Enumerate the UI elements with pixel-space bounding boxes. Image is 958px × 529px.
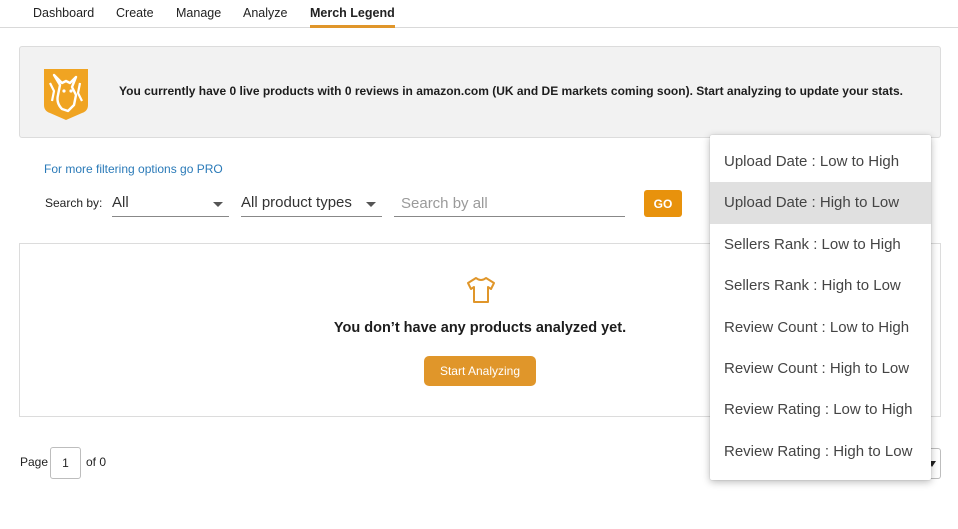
sort-option[interactable]: Upload Date : Low to High [710,141,931,182]
sort-option[interactable]: Review Count : Low to High [710,307,931,348]
t-shirt-icon [467,277,495,303]
sort-option[interactable]: Sellers Rank : High to Low [710,265,931,306]
chevron-down-icon [213,202,223,207]
banner-message: You currently have 0 live products with … [119,84,903,98]
tab-manage[interactable]: Manage [176,6,221,28]
page-total-label: of 0 [86,455,107,469]
search-by-select[interactable]: All [112,191,229,217]
sort-option-highlighted[interactable]: Upload Date : High to Low [710,182,931,224]
page-label: Page [20,455,49,469]
search-by-label: Search by: [45,196,103,210]
page-number-input[interactable]: 1 [50,447,81,479]
search-by-value: All [112,194,129,211]
tab-create[interactable]: Create [116,6,154,28]
go-pro-link[interactable]: For more filtering options go PRO [44,162,223,176]
sort-option[interactable]: Sellers Rank : Low to High [710,224,931,265]
product-type-value: All product types [241,194,352,211]
tab-dashboard[interactable]: Dashboard [33,6,94,28]
stats-banner: You currently have 0 live products with … [19,46,941,138]
horse-logo-icon [44,69,88,120]
top-navigation: Dashboard Create Manage Analyze Merch Le… [0,0,958,28]
sort-option[interactable]: Review Rating : Low to High [710,389,931,430]
sort-dropdown-menu: Upload Date : Low to High Upload Date : … [710,135,931,480]
tab-analyze[interactable]: Analyze [243,6,287,28]
chevron-down-icon [366,202,376,207]
tab-merch-legend[interactable]: Merch Legend [310,6,395,28]
sort-option[interactable]: Review Count : High to Low [710,348,931,389]
search-input[interactable] [394,191,625,217]
sort-option[interactable]: Review Rating : High to Low [710,431,931,472]
product-type-select[interactable]: All product types [241,191,382,217]
go-button[interactable]: GO [644,190,682,217]
start-analyzing-button[interactable]: Start Analyzing [424,356,536,386]
